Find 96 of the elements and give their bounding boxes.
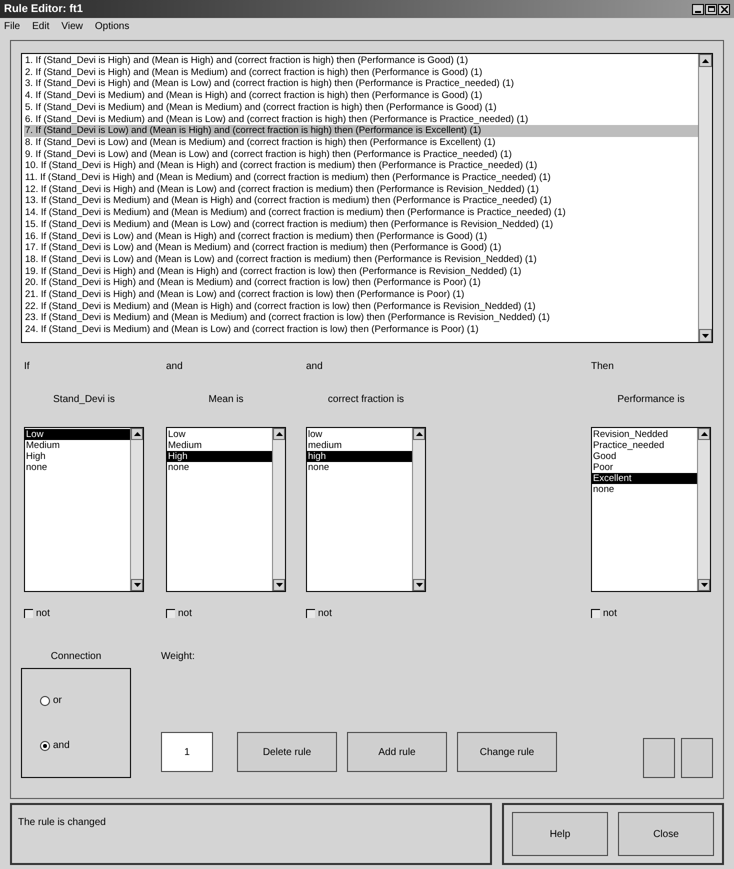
listbox[interactable]: Low Medium High none [166,427,286,592]
list-option[interactable]: Revision_Nedded [592,429,697,440]
footer-button[interactable]: Close [618,812,714,856]
menu-item[interactable]: View [61,18,83,34]
list-option[interactable]: High [167,451,272,462]
status-message: The rule is changed [18,817,106,828]
variable-label: Stand_Devi is [53,393,115,407]
list-option[interactable]: none [592,484,697,495]
rule-item[interactable]: 5. If (Stand_Devi is Medium) and (Mean is Medium) and (correct fraction is high) then (Performance is Good) (1) [24,102,698,114]
rule-item[interactable]: 23. If (Stand_Devi is Medium) and (Mean is Medium) and (correct fraction is low) then (Performance is Revision_Nedded) (1) [24,312,698,324]
action-button[interactable]: Change rule [457,732,557,772]
menu-item[interactable]: Options [94,18,130,34]
maximize-icon[interactable] [705,4,717,14]
rule-item[interactable]: 4. If (Stand_Devi is Medium) and (Mean is High) and (correct fraction is high) then (Performance is Good) (1) [24,90,698,102]
rule-item[interactable]: 24. If (Stand_Devi is Medium) and (Mean is Low) and (correct fraction is low) then (Performance is Poor) (1) [24,324,698,336]
list-option[interactable]: Excellent [592,473,697,484]
not-label: not [318,607,332,621]
list-option[interactable]: low [307,429,412,440]
not-label: not [603,607,617,621]
rule-item[interactable]: 7. If (Stand_Devi is Low) and (Mean is High) and (correct fraction is high) then (Performance is Excellent) (1) [24,125,698,137]
weight-field[interactable]: 1 [161,732,213,772]
listbox[interactable]: Revision_Nedded Practice_needed Good Poor Excellent none [591,427,711,592]
rule-item[interactable]: 20. If (Stand_Devi is High) and (Mean is Medium) and (correct fraction is low) then (Performance is Poor) (1) [24,277,698,290]
list-option[interactable]: medium [307,440,412,451]
not-label: not [178,607,192,621]
radio-label: or [53,694,62,708]
list-option[interactable]: High [25,451,130,462]
up-arrow-icon [700,432,708,436]
list-option[interactable]: Medium [167,440,272,451]
connector-label: Then [591,360,614,374]
not-checkbox[interactable] [306,609,315,618]
list-option[interactable]: Good [592,451,697,462]
rule-item[interactable]: 9. If (Stand_Devi is Low) and (Mean is Low) and (correct fraction is high) then (Performance is Practice_needed) (1) [24,148,698,160]
variable-label: Performance is [617,393,685,407]
up-arrow-icon [416,432,422,436]
list-option[interactable]: none [167,462,272,473]
rule-item[interactable]: 6. If (Stand_Devi is Medium) and (Mean is Low) and (correct fraction is high) then (Performance is Practice_needed) (1) [24,114,698,126]
menu-item[interactable]: File [4,18,20,34]
rule-item[interactable]: 19. If (Stand_Devi is High) and (Mean is High) and (correct fraction is low) then (Performance is Revision_Nedded) (1) [24,266,698,278]
down-arrow-icon [134,583,140,587]
scrollbar[interactable] [698,54,712,342]
connection-label: Connection [50,650,102,664]
connector-label: and [166,360,183,374]
radio-button[interactable] [40,740,50,750]
list-option[interactable]: none [307,462,412,473]
up-arrow-icon [134,432,140,436]
listbox[interactable]: low medium high none [306,427,426,592]
rule-item[interactable]: 14. If (Stand_Devi is Medium) and (Mean is Medium) and (correct fraction is medium) then (Performance is Practice_needed) (1) [24,207,698,219]
variable-label: correct fraction is [328,393,404,407]
list-option[interactable]: Medium [25,440,130,451]
window-title: Rule Editor: ft1 [4,2,83,17]
rule-item[interactable]: 3. If (Stand_Devi is High) and (Mean is Low) and (correct fraction is high) then (Performance is Practice_needed) (1) [24,78,698,90]
down-arrow-icon [276,583,282,587]
list-option[interactable]: none [25,462,130,473]
rule-item[interactable]: 16. If (Stand_Devi is Low) and (Mean is High) and (correct fraction is medium) then (Performance is Good) (1) [24,230,698,242]
weight-label: Weight: [161,650,196,664]
footer-button[interactable]: Help [512,812,608,856]
action-button[interactable]: Add rule [347,732,447,772]
rule-item[interactable]: 12. If (Stand_Devi is High) and (Mean is Low) and (correct fraction is medium) then (Performance is Revision_Nedded) (1) [24,184,698,196]
rule-item[interactable]: 22. If (Stand_Devi is Medium) and (Mean is High) and (correct fraction is low) then (Performance is Revision_Nedded) (1) [24,300,698,312]
previous-button[interactable] [643,738,675,778]
list-option[interactable]: high [307,451,412,462]
variable-label: Mean is [208,393,244,407]
not-checkbox[interactable] [24,609,33,618]
list-option[interactable]: Low [25,429,130,440]
radio-label: and [53,739,70,753]
connector-label: and [306,360,323,374]
close-icon[interactable] [718,4,730,14]
list-option[interactable]: Low [167,429,272,440]
rule-item[interactable]: 8. If (Stand_Devi is Low) and (Mean is Medium) and (correct fraction is high) then (Performance is Excellent) (1) [24,136,698,149]
not-checkbox[interactable] [591,609,600,618]
listbox[interactable]: Low Medium High none [24,427,144,592]
menu-item[interactable]: Edit [32,18,50,34]
up-arrow-icon [276,432,282,436]
list-option[interactable]: Practice_needed [592,440,697,451]
minimize-icon[interactable] [692,4,704,14]
up-arrow-icon [702,58,709,62]
rule-item[interactable]: 17. If (Stand_Devi is Low) and (Mean is Medium) and (correct fraction is medium) then (Performance is Good) (1) [24,242,698,254]
connector-label: If [24,360,30,374]
rule-item[interactable]: 15. If (Stand_Devi is Medium) and (Mean is Low) and (correct fraction is medium) then (Performance is Revision_Nedded) (1) [24,218,698,231]
radio-button[interactable] [40,696,50,706]
rule-item[interactable]: 11. If (Stand_Devi is High) and (Mean is Medium) and (correct fraction is medium) then (Performance is Practice_needed) (1) [24,172,698,184]
rule-item[interactable]: 13. If (Stand_Devi is Medium) and (Mean is High) and (correct fraction is medium) then (Performance is Practice_needed) (1) [24,195,698,208]
list-option[interactable]: Poor [592,462,697,473]
next-button[interactable] [681,738,713,778]
action-button[interactable]: Delete rule [237,732,337,772]
rule-item[interactable]: 18. If (Stand_Devi is Low) and (Mean is Low) and (correct fraction is medium) then (Performance is Revision_Nedded) (1) [24,254,698,266]
rule-item[interactable]: 2. If (Stand_Devi is High) and (Mean is Medium) and (correct fraction is high) then (Performance is Good) (1) [24,66,698,78]
rule-item[interactable]: 1. If (Stand_Devi is High) and (Mean is High) and (correct fraction is high) then (Performance is Good) (1) [24,55,698,67]
down-arrow-icon [416,583,422,587]
down-arrow-icon [702,334,709,338]
rule-item[interactable]: 21. If (Stand_Devi is High) and (Mean is Low) and (correct fraction is low) then (Performance is Poor) (1) [24,289,698,301]
down-arrow-icon [700,583,708,587]
not-label: not [36,607,50,621]
rule-item[interactable]: 10. If (Stand_Devi is High) and (Mean is High) and (correct fraction is medium) then (Performance is Practice_needed) (1) [24,160,698,172]
not-checkbox[interactable] [166,609,175,618]
